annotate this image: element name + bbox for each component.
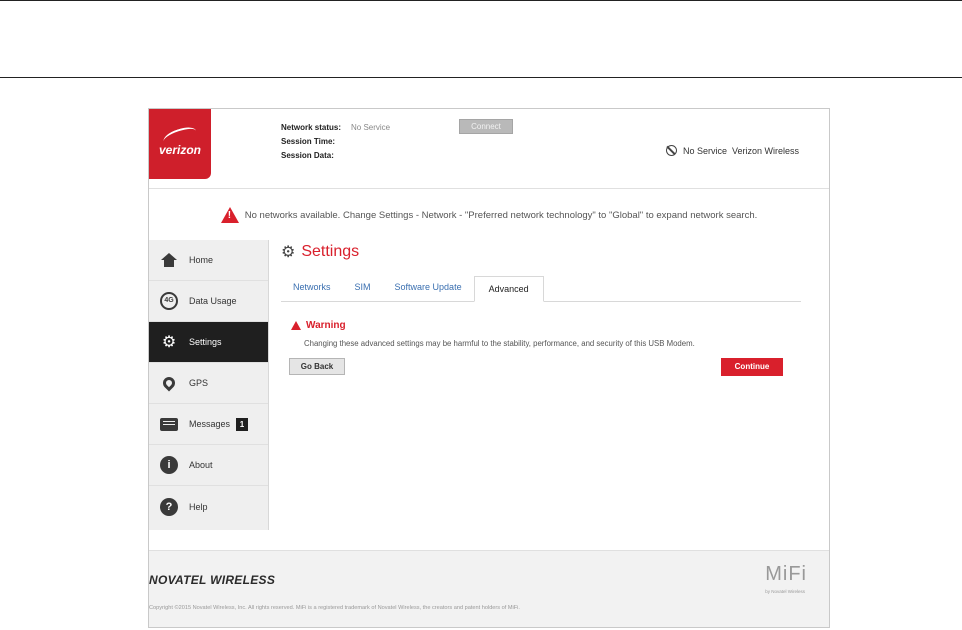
sidebar-item-data-usage[interactable]: 4G Data Usage xyxy=(149,281,268,322)
device-web-ui: verizon Network status: No Service Sessi… xyxy=(148,108,830,628)
page-title: ⚙ Settings xyxy=(281,240,801,264)
sidebar-item-label: GPS xyxy=(189,378,209,388)
service-text: No Service Verizon Wireless xyxy=(682,145,799,156)
info-icon: i xyxy=(159,455,179,475)
mifi-logo: MiFi xyxy=(765,563,807,585)
warning-message: Changing these advanced settings may be … xyxy=(304,339,695,348)
warning-heading: Warning xyxy=(281,320,801,331)
sidebar-item-label: Data Usage xyxy=(189,296,237,306)
connect-button[interactable]: Connect xyxy=(459,119,513,134)
top-divider xyxy=(0,0,962,1)
settings-panel: ⚙ Settings Networks SIM Software Update … xyxy=(281,240,801,378)
page-title-text: Settings xyxy=(301,243,360,260)
sidebar-item-label: About xyxy=(189,460,213,470)
gear-icon: ⚙ xyxy=(281,244,296,261)
help-icon: ? xyxy=(159,497,179,517)
service-status: No Service Verizon Wireless xyxy=(665,145,799,156)
sidebar-item-gps[interactable]: GPS xyxy=(149,363,268,404)
settings-tabs: Networks SIM Software Update Advanced xyxy=(281,274,801,302)
warning-triangle-icon: ! xyxy=(220,207,239,223)
tab-networks[interactable]: Networks xyxy=(281,275,343,301)
verizon-logo[interactable]: verizon xyxy=(149,109,211,179)
session-time-row: Session Time: xyxy=(281,135,390,149)
novatel-logo: NOVATEL WIRELESS xyxy=(149,573,275,587)
copyright-text: Copyright ©2015 Novatel Wireless, Inc. A… xyxy=(149,605,520,611)
no-service-icon xyxy=(665,145,677,156)
network-alert: ! No networks available. Change Settings… xyxy=(149,201,829,229)
sidebar-item-label: Messages xyxy=(189,419,231,429)
go-back-button[interactable]: Go Back xyxy=(289,358,345,375)
sidebar-item-help[interactable]: ? Help xyxy=(149,486,268,527)
data-usage-icon: 4G xyxy=(159,291,179,311)
footer: NOVATEL WIRELESS MiFi by Novatel Wireles… xyxy=(149,550,829,627)
top-header: verizon Network status: No Service Sessi… xyxy=(149,109,829,189)
home-icon xyxy=(159,250,179,270)
warning-title-text: Warning xyxy=(306,320,346,331)
session-time-label: Session Time: xyxy=(281,137,336,146)
sidebar-item-label: Home xyxy=(189,255,214,265)
sidebar-item-about[interactable]: i About xyxy=(149,445,268,486)
continue-button[interactable]: Continue xyxy=(721,358,783,376)
sidebar-item-messages[interactable]: Messages 1 xyxy=(149,404,268,445)
alert-text: No networks available. Change Settings -… xyxy=(244,209,758,221)
mifi-tagline: by Novatel Wireless xyxy=(765,589,805,594)
brand-text: NOVATEL WIRELESS xyxy=(149,573,276,587)
sidebar-item-settings[interactable]: ⚙ Settings xyxy=(149,322,268,363)
warning-icon xyxy=(291,321,301,330)
header-divider xyxy=(0,77,962,78)
network-status-row: Network status: No Service xyxy=(281,121,390,135)
sidebar-item-label: Help xyxy=(189,501,208,512)
network-status-value: No Service xyxy=(351,123,391,132)
message-icon xyxy=(159,414,179,434)
logo-text: verizon xyxy=(159,143,202,157)
network-status-label: Network status: xyxy=(281,123,342,132)
sidebar-item-home[interactable]: Home xyxy=(149,240,268,281)
gear-icon: ⚙ xyxy=(161,334,177,351)
message-count-badge: 1 xyxy=(236,417,249,431)
location-pin-icon xyxy=(159,373,179,393)
connection-status: Network status: No Service Session Time:… xyxy=(281,121,390,163)
sidebar-item-label: Settings xyxy=(189,337,222,347)
session-data-row: Session Data: xyxy=(281,149,390,163)
tab-sim[interactable]: SIM xyxy=(343,275,383,301)
action-buttons: Go Back Continue xyxy=(281,358,801,378)
tab-software-update[interactable]: Software Update xyxy=(383,275,474,301)
sidebar-nav: Home 4G Data Usage ⚙ Settings GPS Messag… xyxy=(149,240,269,530)
tab-advanced[interactable]: Advanced xyxy=(473,276,544,302)
session-data-label: Session Data: xyxy=(281,151,334,160)
